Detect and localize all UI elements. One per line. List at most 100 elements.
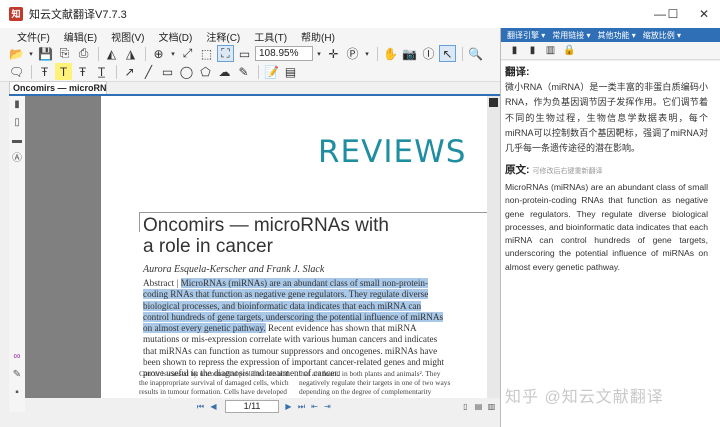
toolbar-divider [31,64,32,79]
snapshot-icon[interactable]: 📷 [401,45,418,62]
lock-icon[interactable]: 🔒 [563,45,575,56]
edit-icon[interactable]: 📝 [263,63,280,80]
toolbar-divider [116,64,117,79]
cloud-icon[interactable]: ☁ [216,63,233,80]
menu-help[interactable]: 帮助(H) [294,29,342,44]
article-title-line2: a role in cancer [143,236,273,257]
original-text-editor[interactable]: MicroRNAs (miRNAs) are an abundant class… [505,181,708,274]
menu-document[interactable]: 文档(D) [151,29,199,44]
close-button[interactable]: ✕ [688,0,720,28]
split-view-icon[interactable]: ▥ [545,45,556,56]
comments-icon[interactable]: ▬ [12,136,22,146]
maximize-button[interactable]: ☐ [658,0,688,28]
menu-bar: 文件(F) 编辑(E) 视图(V) 文档(D) 注释(C) 工具(T) 帮助(H… [0,28,500,44]
title-frame-top [139,212,487,213]
paste-icon[interactable]: ▮ [527,45,538,56]
chevron-down-icon[interactable]: ▾ [315,45,323,62]
menu-tools[interactable]: 工具(T) [247,29,294,44]
print-icon[interactable]: ⎙ [75,45,92,62]
document-tab[interactable]: Oncomirs — microRNAs with [9,81,107,95]
playback-icon[interactable]: Ⓟ [344,45,361,62]
last-page-icon[interactable]: ⏭ [296,401,307,412]
chevron-down-icon[interactable]: ▾ [169,45,177,62]
facing-page-icon[interactable]: ▥ [486,401,497,412]
actual-size-icon[interactable]: ⛶ [217,45,234,62]
article-authors: Aurora Esquela-Kerscher and Frank J. Sla… [143,264,325,275]
chevron-down-icon[interactable]: ▾ [363,45,371,62]
app-logo-icon: 知 [9,7,23,21]
article-abstract[interactable]: Abstract | MicroRNAs (miRNAs) are an abu… [143,278,448,380]
toolbar-divider [98,46,99,61]
window-title: 知云文献翻译V7.7.3 [29,9,127,21]
toolbar-divider [377,46,378,61]
fit-width-icon[interactable]: ⬚ [198,45,215,62]
menu-edit[interactable]: 编辑(E) [57,29,104,44]
toolbar-divider [462,46,463,61]
note-icon[interactable]: 🗨 [8,63,25,80]
pages-icon[interactable]: ▯ [12,118,22,128]
open-folder-icon[interactable]: 📂 [8,45,25,62]
ellipse-icon[interactable]: ◯ [178,63,195,80]
underline-icon[interactable]: T̲ [93,63,110,80]
arrow-icon[interactable]: ↗ [121,63,138,80]
rectangle-icon[interactable]: ▭ [159,63,176,80]
line-icon[interactable]: ╱ [140,63,157,80]
export-icon[interactable]: ⎘ [56,45,73,62]
menu-comment[interactable]: 注释(C) [199,29,247,44]
zoom-ratio-menu[interactable]: 缩放比例 ▾ [643,30,681,41]
pdf-page: REVIEWS Oncomirs — microRNAs with a role… [101,96,487,398]
fit-page-icon[interactable]: ⤢ [179,45,196,62]
rotate-right-icon[interactable]: ◮ [122,45,139,62]
vertical-scrollbar[interactable] [487,96,500,398]
common-links-menu[interactable]: 常用链接 ▾ [552,30,590,41]
original-label-row: 原文: 可修改后右键重新翻译 [505,162,603,177]
first-page-icon[interactable]: ⏮ [195,401,206,412]
tag-icon[interactable]: ✎ [12,370,22,380]
document-viewer[interactable]: REVIEWS Oncomirs — microRNAs with a role… [25,96,487,398]
back-icon[interactable]: ⇤ [309,401,320,412]
bookmark-icon[interactable]: ▮ [12,100,22,110]
zoom-in-icon[interactable]: ⊕ [150,45,167,62]
other-functions-menu[interactable]: 其他功能 ▾ [598,30,636,41]
hand-tool-icon[interactable]: ✋ [382,45,399,62]
translation-engine-menu[interactable]: 翻译引擎 ▾ [507,30,545,41]
scrollbar-thumb[interactable] [489,98,498,107]
title-bar: 知 知云文献翻译V7.7.3 — ☐ ✕ [0,0,720,28]
next-page-icon[interactable]: ▶ [283,401,294,412]
forward-icon[interactable]: ⇥ [322,401,333,412]
polygon-icon[interactable]: ⬠ [197,63,214,80]
search-icon[interactable]: 🔍 [467,45,484,62]
text-comment-icon[interactable]: Ŧ [36,63,53,80]
annotation-toolbar: 🗨 Ŧ T Ŧ T̲ ↗ ╱ ▭ ◯ ⬠ ☁ ✎ 📝 ▤ [0,62,500,82]
page-number-input[interactable]: 1/11 [225,399,279,413]
zoom-plus-icon[interactable]: ✛ [325,45,342,62]
attachments-icon[interactable]: Ⓐ [12,154,22,164]
watermark: 知乎 @知云文献翻译 [505,389,664,406]
highlight-icon[interactable]: T [55,63,72,80]
save-icon[interactable]: 💾 [37,45,54,62]
properties-icon[interactable]: ▤ [282,63,299,80]
translation-panel: 翻译: 微小RNA（miRNA）是一类丰富的非蛋白质编码小RNA，作为负基因调节… [501,61,720,427]
strikethrough-icon[interactable]: Ŧ [74,63,91,80]
zoom-level-select[interactable]: 108.95% [255,46,313,61]
text-select-icon[interactable]: Ⓘ [420,45,437,62]
chevron-down-icon[interactable]: ▾ [27,45,35,62]
article-title-line1: Oncomirs — microRNAs with [143,215,389,236]
translation-text[interactable]: 微小RNA（miRNA）是一类丰富的非蛋白质编码小RNA，作为负基因调节因子发挥… [505,80,708,156]
page-navigation-bar: ⏮ ◀ 1/11 ▶ ⏭ ⇤ ⇥ ▯ ▤ ▥ [25,398,500,414]
message-icon[interactable]: ▪ [12,388,22,398]
zoom-out-icon[interactable]: ▭ [236,45,253,62]
main-toolbar: 📂 ▾ 💾 ⎘ ⎙ ◭ ◮ ⊕ ▾ ⤢ ⬚ ⛶ ▭ 108.95% ▾ ✛ Ⓟ … [0,44,500,64]
copy-icon[interactable]: ▮ [509,45,520,56]
continuous-page-icon[interactable]: ▤ [473,401,484,412]
link-icon[interactable]: ∞ [12,352,22,362]
single-page-icon[interactable]: ▯ [460,401,471,412]
toolbar-divider [145,46,146,61]
pencil-icon[interactable]: ✎ [235,63,252,80]
select-arrow-icon[interactable]: ↖ [439,45,456,62]
rotate-left-icon[interactable]: ◭ [103,45,120,62]
menu-file[interactable]: 文件(F) [10,29,57,44]
translation-label: 翻译: [505,66,530,78]
previous-page-icon[interactable]: ◀ [208,401,219,412]
menu-view[interactable]: 视图(V) [104,29,151,44]
